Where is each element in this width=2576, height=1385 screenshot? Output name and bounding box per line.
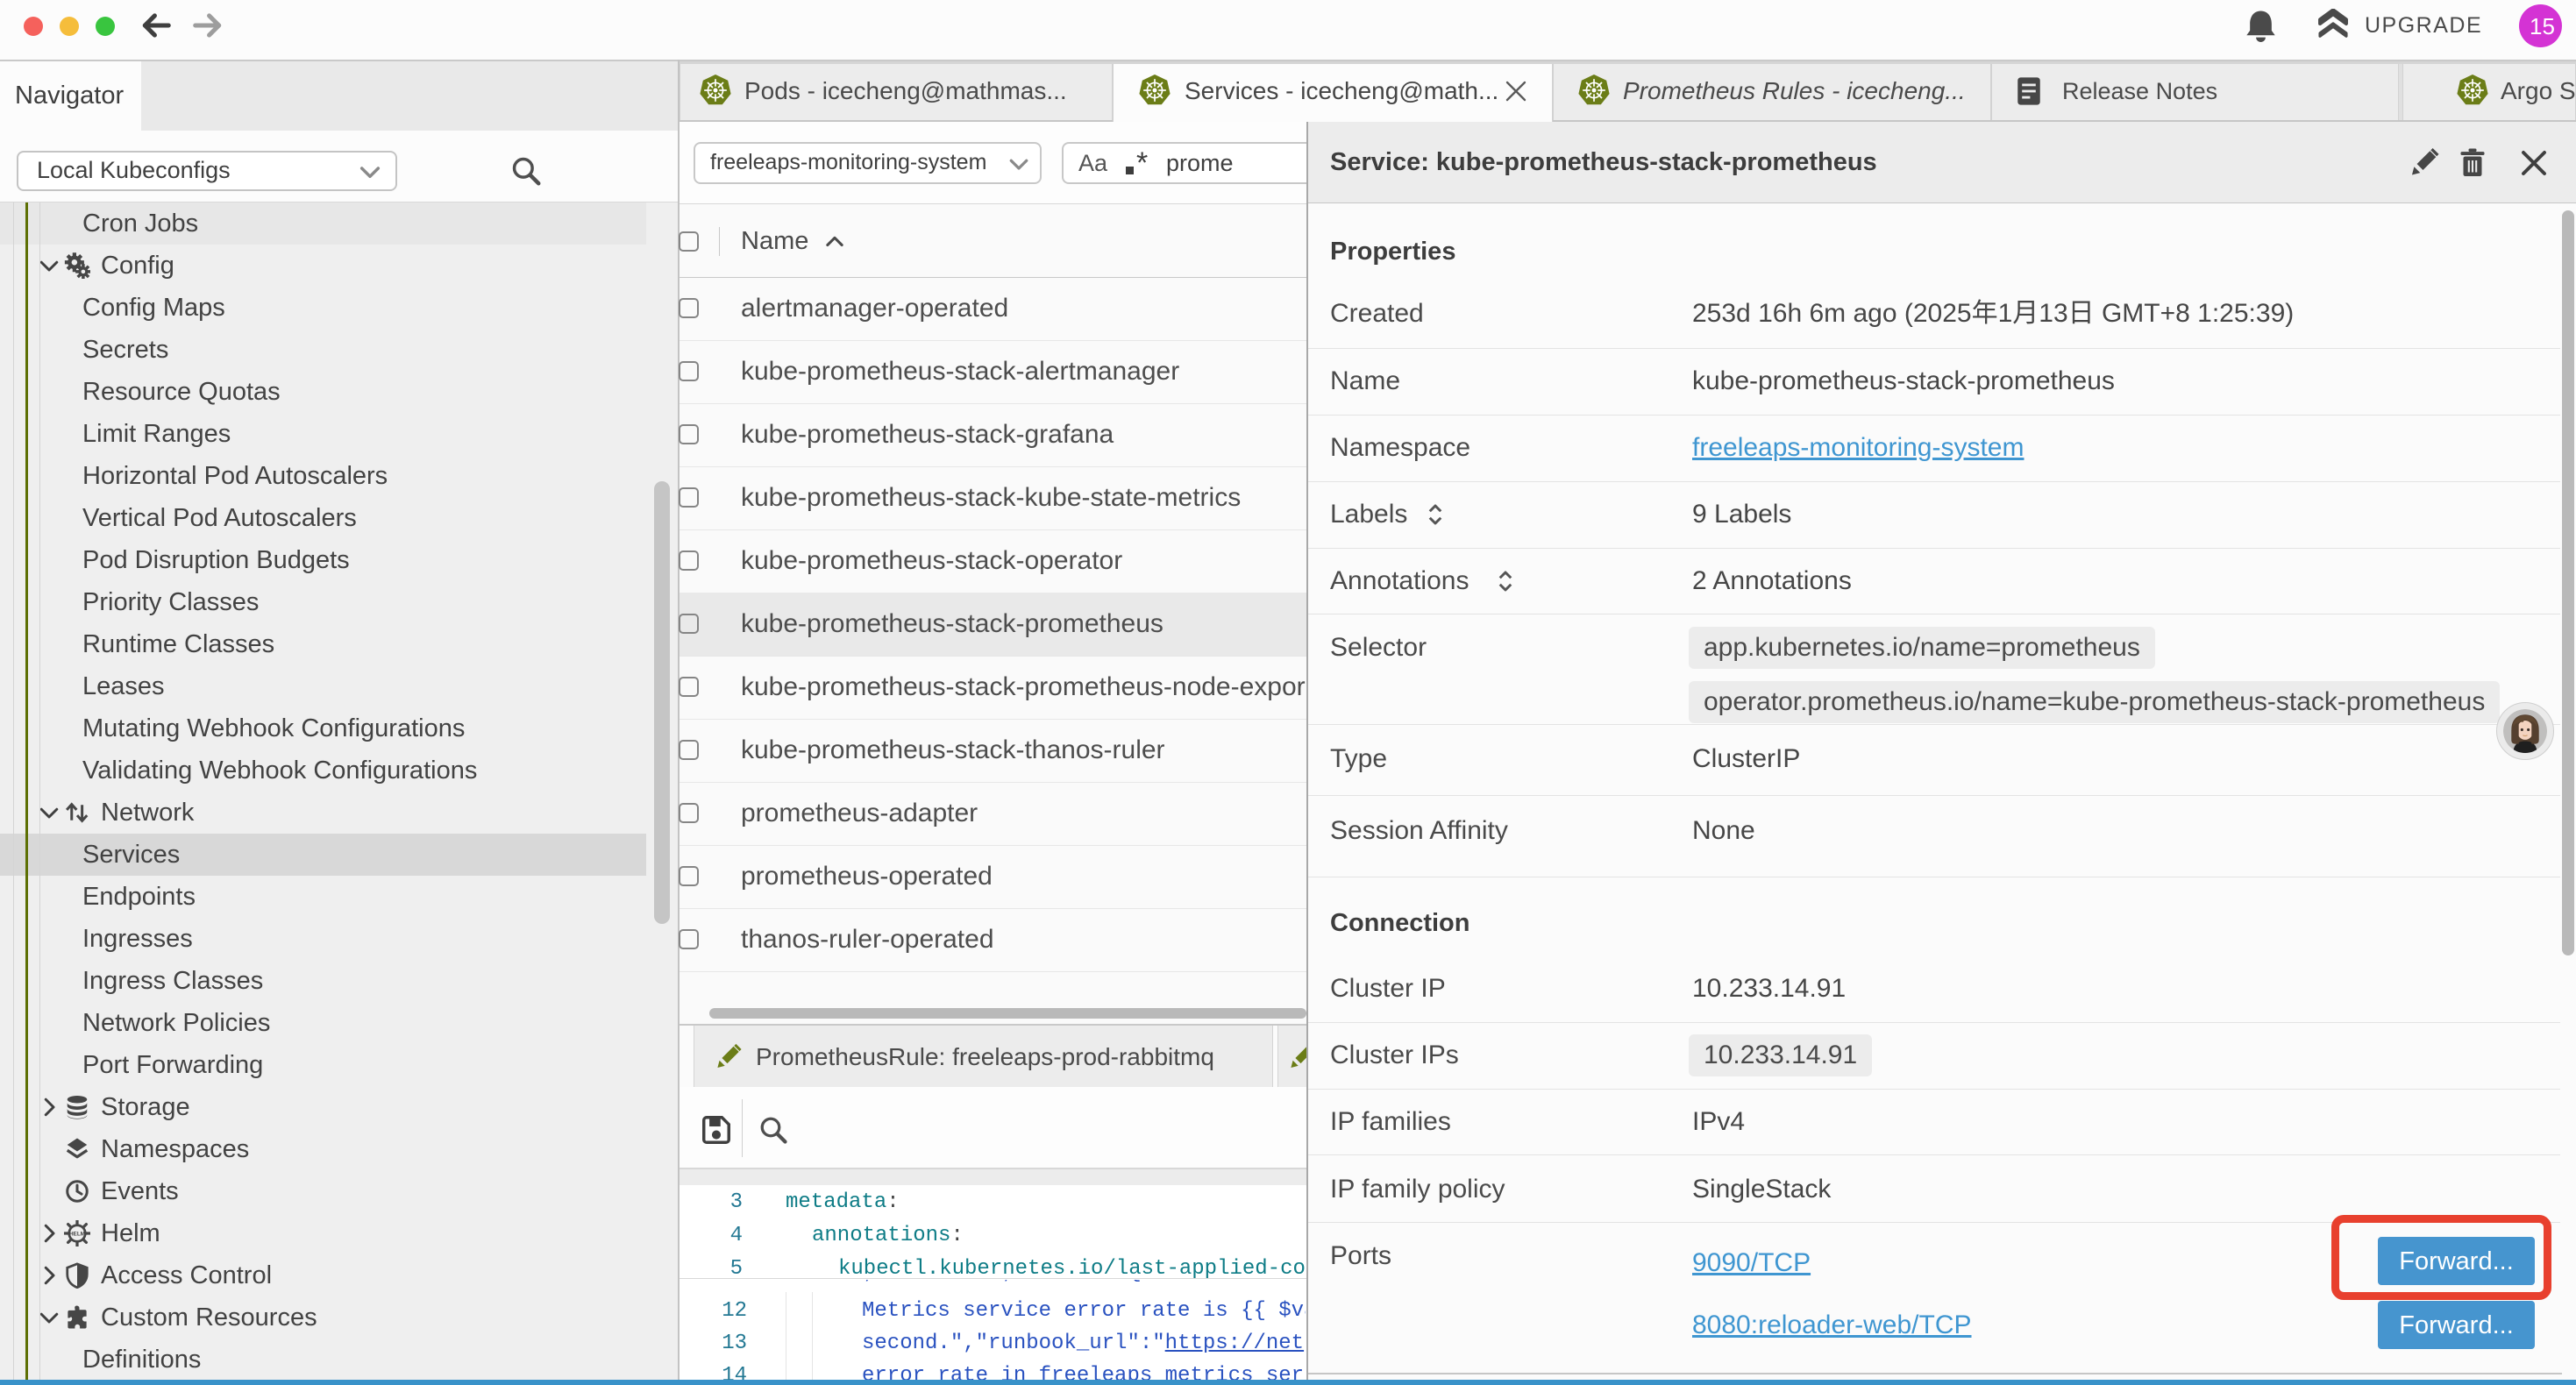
svg-text:HELM: HELM — [69, 1232, 85, 1238]
